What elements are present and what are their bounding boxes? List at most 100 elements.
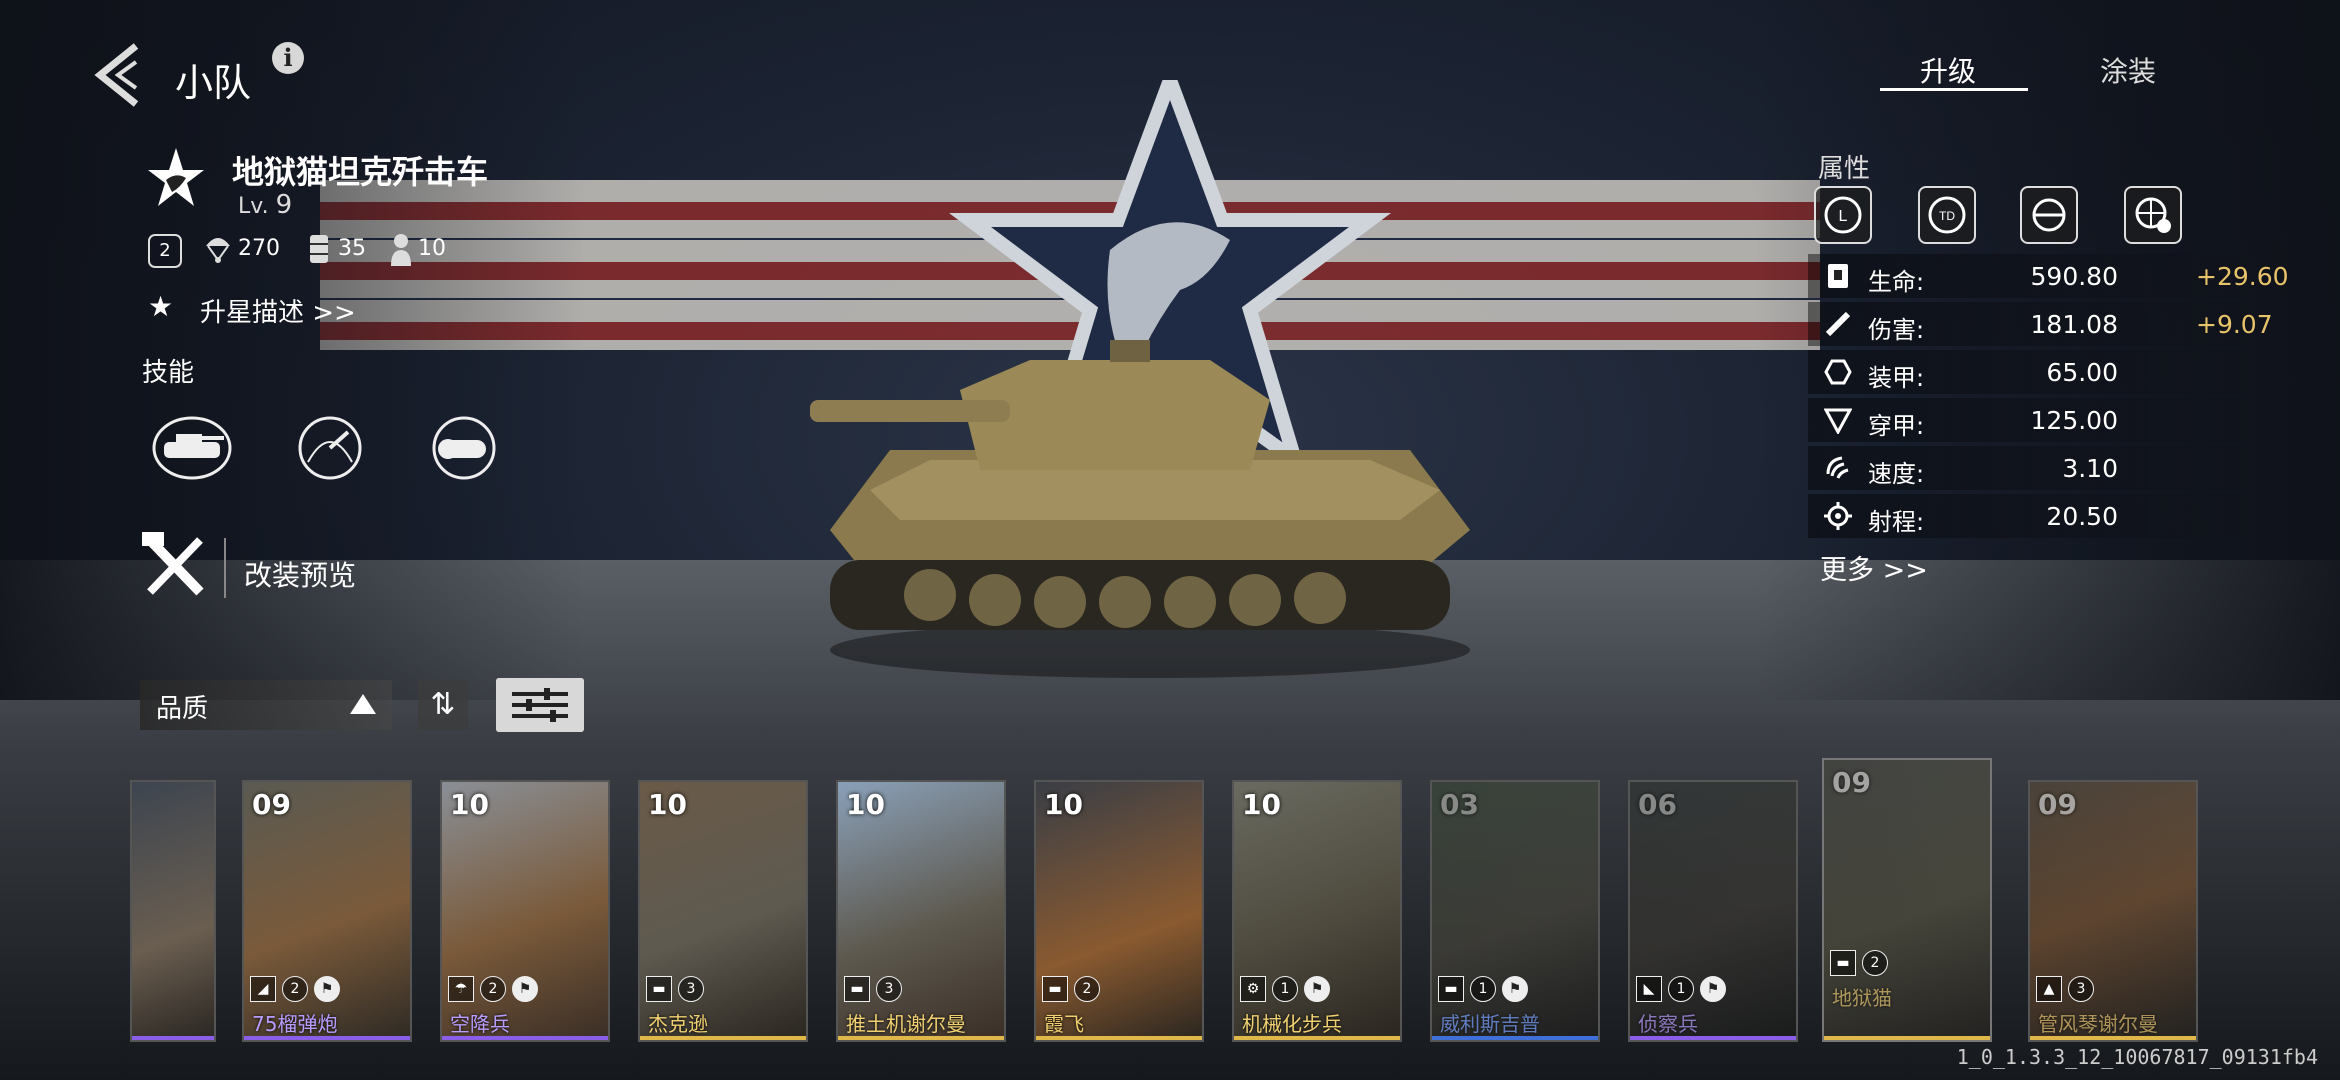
card-level: 10 (1242, 788, 1281, 821)
card-level: 06 (1638, 788, 1677, 821)
attribute-value: 125.00 (2030, 406, 2118, 435)
rarity-bar (1234, 1036, 1400, 1040)
vehicle-type-icon: ▬ (1438, 976, 1464, 1002)
parachute-value: 270 (238, 236, 280, 261)
upgrade-description-link[interactable]: ★ 升星描述 >> (148, 290, 448, 330)
modification-preview-label: 改装预览 (244, 559, 357, 592)
star-count-badge: 2 (1074, 976, 1100, 1002)
card-name: 霞飞 (1044, 1012, 1084, 1036)
tank-skill-icon[interactable] (150, 412, 234, 484)
crew-icon (391, 234, 411, 266)
upgrade-description-label: 升星描述 >> (200, 298, 356, 328)
tab-paint[interactable]: 涂装 (2100, 50, 2156, 90)
attribute-name: 生命: (1868, 268, 1925, 296)
skills-label: 技能 (142, 358, 195, 388)
armor-shell-skill-icon[interactable] (422, 412, 506, 484)
unit-card[interactable]: 10 ▬ 3 杰克逊 (638, 780, 808, 1042)
star-count-badge: 2 (282, 976, 308, 1002)
crew-value: 10 (418, 236, 446, 261)
fuel-barrel-icon (310, 235, 328, 263)
unit-card-partial[interactable] (130, 780, 216, 1042)
parachute-icon (206, 238, 230, 263)
card-name: 75榴弹炮 (252, 1012, 338, 1036)
flag-icon: ⚑ (512, 976, 538, 1002)
tank-model (810, 340, 1470, 678)
card-level: 09 (2038, 788, 2077, 821)
gauge-skill-icon[interactable] (288, 412, 372, 484)
attribute-value: 3.10 (2062, 454, 2118, 483)
star-count-badge: 2 (1862, 950, 1888, 976)
flag-icon: ⚑ (314, 976, 340, 1002)
unit-card[interactable]: 09 ▲ 3 管风琴谢尔曼 (2028, 780, 2198, 1042)
card-name: 管风琴谢尔曼 (2038, 1012, 2158, 1036)
attribute-value: 20.50 (2046, 502, 2118, 531)
infantry-type-icon: ⚙ (1240, 976, 1266, 1002)
rarity-bar (1432, 1036, 1598, 1040)
scout-type-icon: ◣ (1636, 976, 1662, 1002)
card-level: 03 (1440, 788, 1479, 821)
star-count-badge: 3 (876, 976, 902, 1002)
attribute-name: 射程: (1868, 508, 1925, 536)
unit-card[interactable]: 10 ▬ 3 推土机谢尔曼 (836, 780, 1006, 1042)
tank-destroyer-type-icon: ▬ (646, 976, 672, 1002)
rarity-bar (640, 1036, 806, 1040)
tank-type-icon: ▬ (844, 976, 870, 1002)
info-icon[interactable]: i (272, 42, 304, 74)
level-value: 9 (275, 190, 293, 220)
more-attributes-link[interactable]: 更多 >> (1820, 548, 1928, 587)
sort-order-button[interactable]: ⇅ (418, 680, 468, 730)
unit-card[interactable]: 03 ▬ 1 ⚑ 威利斯吉普 (1430, 780, 1600, 1042)
star-rank-badge: 2 (148, 234, 182, 268)
card-name: 地狱猫 (1832, 986, 1892, 1010)
star-count-badge: 1 (1470, 976, 1496, 1002)
filter-button[interactable] (496, 678, 584, 732)
attribute-value: 181.08 (2030, 310, 2118, 339)
tank-destroyer-icon[interactable]: TD (1918, 186, 1976, 244)
star-count-badge: 1 (1668, 976, 1694, 1002)
star-count-badge: 2 (480, 976, 506, 1002)
star-count-badge: 3 (678, 976, 704, 1002)
card-name: 空降兵 (450, 1012, 510, 1036)
back-button[interactable] (88, 40, 148, 110)
page-title: 小队 (175, 61, 252, 105)
target-icon[interactable] (2020, 186, 2078, 244)
rarity-bar (442, 1036, 608, 1040)
rarity-bar (2030, 1036, 2196, 1040)
rarity-bar (244, 1036, 410, 1040)
sort-arrow-icon (350, 694, 376, 714)
attribute-name: 速度: (1868, 460, 1925, 488)
rarity-bar (1824, 1036, 1990, 1040)
rarity-bar (1630, 1036, 1796, 1040)
unit-card-selected[interactable]: 09 ▬ 2 地狱猫 (1822, 758, 1992, 1042)
card-level: 10 (846, 788, 885, 821)
tank-destroyer-type-icon: ▬ (1830, 950, 1856, 976)
star-count-badge: 3 (2068, 976, 2094, 1002)
paratrooper-type-icon: ☂ (448, 976, 474, 1002)
star-count-badge: 1 (1272, 976, 1298, 1002)
unit-card[interactable]: 10 ▬ 2 霞飞 (1034, 780, 1204, 1042)
modification-preview-button[interactable]: 改装预览 (140, 530, 380, 606)
unit-level: Lv. 9 (238, 190, 292, 220)
card-level: 10 (1044, 788, 1083, 821)
divider (224, 538, 226, 598)
penetration-icon (1824, 408, 1852, 434)
attribute-name: 穿甲: (1868, 412, 1925, 440)
unit-card[interactable]: 06 ◣ 1 ⚑ 侦察兵 (1628, 780, 1798, 1042)
armor-icon (1824, 359, 1852, 385)
rarity-bar (132, 1036, 214, 1040)
light-tank-icon[interactable]: L (1814, 186, 1872, 244)
unit-card[interactable]: 10 ☂ 2 ⚑ 空降兵 (440, 780, 610, 1042)
card-level: 09 (1832, 766, 1871, 799)
attribute-name: 伤害: (1868, 316, 1925, 344)
attribute-bonus: +29.60 (2196, 262, 2289, 291)
unit-card[interactable]: 09 ◢ 2 ⚑ 75榴弹炮 (242, 780, 412, 1042)
globe-gear-icon[interactable] (2124, 186, 2182, 244)
card-name: 机械化步兵 (1242, 1012, 1342, 1036)
card-name: 威利斯吉普 (1440, 1012, 1540, 1036)
tab-upgrade[interactable]: 升级 (1879, 50, 2029, 91)
unit-card[interactable]: 10 ⚙ 1 ⚑ 机械化步兵 (1232, 780, 1402, 1042)
attribute-value: 65.00 (2046, 358, 2118, 387)
quality-sort-dropdown[interactable]: 品质 (140, 680, 392, 730)
flag-icon: ⚑ (1700, 976, 1726, 1002)
card-art (132, 782, 214, 1040)
